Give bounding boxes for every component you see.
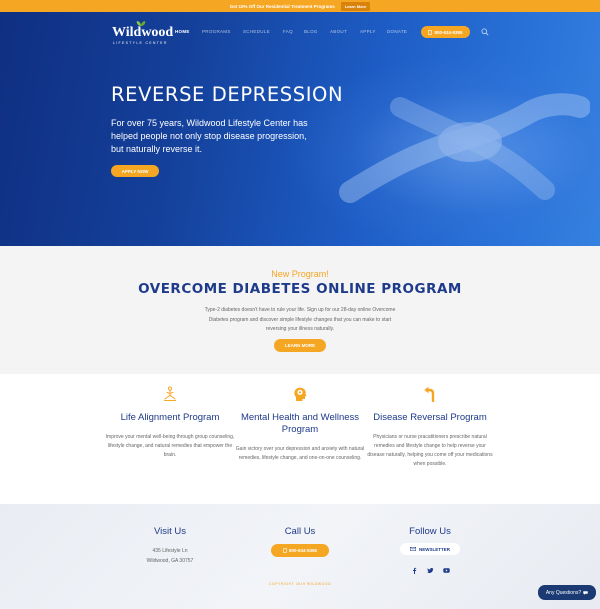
search-icon[interactable] (481, 28, 489, 36)
nav-item-programs[interactable]: PROGRAMS (202, 29, 231, 34)
newsletter-button[interactable]: NEWSLETTER (400, 543, 460, 555)
footer-phone-number: 800-634-9355 (288, 548, 318, 553)
footer-follow-us: Follow Us NEWSLETTER (370, 526, 490, 574)
nav-item-donate[interactable]: DONATE (387, 29, 407, 34)
footer-call-us: Call Us 800-634-9355 (240, 526, 360, 557)
footer-follow-title: Follow Us (409, 526, 451, 537)
chat-widget-button[interactable]: Any Questions? (538, 585, 596, 600)
footer-call-title: Call Us (284, 526, 316, 537)
brain-head-icon (294, 387, 307, 401)
new-program-section: New Program! OVERCOME DIABETES ONLINE PR… (0, 246, 600, 374)
promo-bar: Get 10% Off Our Residential Treatment Pr… (0, 0, 600, 12)
program-title: Life Alignment Program (120, 412, 220, 423)
handshake-image (339, 93, 590, 203)
nav-item-apply[interactable]: APPLY (360, 29, 376, 34)
program-card-mental-health[interactable]: Mental Health and Wellness Program Gain … (235, 386, 365, 463)
footer-phone-button[interactable]: 800-634-9355 (271, 544, 329, 557)
new-program-description: Type-2 diabetes doesn't have to rule you… (204, 307, 396, 332)
footer-address: 435 Lifestyle Ln Wildwood, GA 30757 (110, 547, 230, 566)
footer-visit-us: Visit Us 435 Lifestyle Ln Wildwood, GA 3… (110, 526, 230, 566)
hero-description: For over 75 years, Wildwood Lifestyle Ce… (111, 118, 308, 154)
footer-visit-title: Visit Us (153, 526, 187, 537)
program-card-disease-reversal[interactable]: Disease Reversal Program Physicians or n… (365, 386, 495, 469)
chat-bubble-icon (583, 590, 588, 595)
program-description: Physicians or nurse pracatitioners presc… (367, 434, 493, 467)
programs-section: Life Alignment Program Improve your ment… (0, 374, 600, 504)
program-card-life-alignment[interactable]: Life Alignment Program Improve your ment… (105, 386, 235, 460)
nav-item-blog[interactable]: BLOG (304, 29, 318, 34)
main-nav: Wildwood LIFESTYLE CENTER HOME PROGRAMS … (0, 12, 600, 52)
u-turn-arrow-icon (424, 386, 435, 402)
logo-wordmark: Wildwood (112, 25, 174, 40)
program-title: Disease Reversal Program (373, 412, 487, 423)
copyright-text: COPYRIGHT 2019 WILDWOOD (268, 582, 331, 586)
nav-item-home[interactable]: HOME (175, 29, 190, 34)
meditation-icon (164, 386, 176, 401)
program-description: Gain victory over your depression and an… (235, 446, 365, 461)
apply-now-button[interactable]: APPLY NOW (111, 165, 159, 177)
program-description: Improve your mental well-being through g… (105, 434, 235, 458)
nav-item-schedule[interactable]: SCHEDULE (243, 29, 270, 34)
hero-title: REVERSE DEPRESSION (111, 83, 344, 106)
promo-learn-more-button[interactable]: Learn More (340, 1, 371, 11)
address-line-1: 435 Lifestyle Ln (152, 548, 188, 554)
nav-item-faq[interactable]: FAQ (283, 29, 293, 34)
address-line-2: Wildwood, GA 30757 (146, 557, 194, 564)
facebook-icon[interactable] (411, 567, 418, 574)
nav-phone-button[interactable]: 800-634-9355 (421, 26, 470, 38)
nav-phone-number: 800-634-9355 (434, 29, 463, 35)
twitter-icon[interactable] (426, 567, 434, 574)
chat-label: Any Questions? (545, 589, 582, 596)
site-footer: Visit Us 435 Lifestyle Ln Wildwood, GA 3… (0, 504, 600, 609)
program-title: Mental Health and Wellness Program (240, 412, 360, 435)
youtube-icon[interactable] (442, 567, 450, 574)
learn-more-button[interactable]: LEARN MORE (274, 339, 326, 352)
social-links (370, 567, 490, 574)
newsletter-label: NEWSLETTER (419, 546, 450, 552)
phone-icon (283, 548, 287, 553)
logo-tagline: LIFESTYLE CENTER (113, 41, 168, 45)
envelope-icon (410, 547, 416, 551)
new-program-label: New Program! (271, 269, 329, 279)
wildwood-logo[interactable]: Wildwood LIFESTYLE CENTER (112, 20, 174, 50)
nav-item-about[interactable]: ABOUT (330, 29, 347, 34)
phone-icon (428, 29, 433, 35)
promo-text: Get 10% Off Our Residential Treatment Pr… (229, 3, 335, 9)
new-program-title: OVERCOME DIABETES ONLINE PROGRAM (138, 281, 462, 297)
